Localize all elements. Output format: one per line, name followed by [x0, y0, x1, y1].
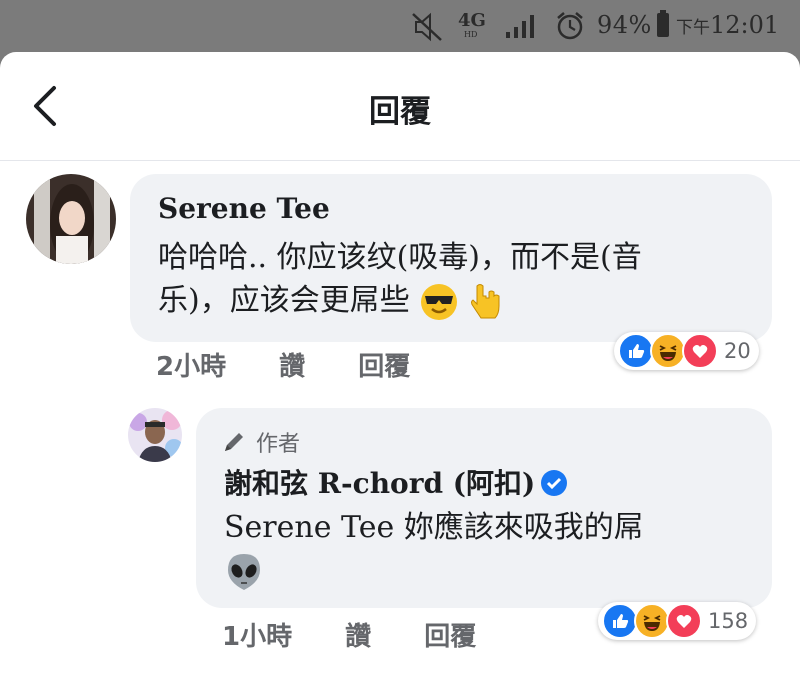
reply-actions: 1小時 讚 回覆: [222, 616, 520, 653]
comment-time: 1小時: [222, 622, 293, 652]
like-button[interactable]: 讚: [279, 352, 305, 382]
love-reaction-icon: [666, 603, 702, 639]
status-bar: 4G HD 94% 下午12:01: [0, 0, 800, 52]
comment-actions: 2小時 讚 回覆: [156, 346, 454, 383]
avatar-image: [26, 174, 116, 264]
reaction-summary[interactable]: 20: [614, 332, 759, 370]
replies-sheet: 回覆 Serene Tee 哈哈哈.. 你应该纹(吸毒)，而不是(音 乐)，应该…: [0, 52, 800, 692]
like-button[interactable]: 讚: [345, 622, 371, 652]
comment-text: Serene Tee 妳應該來吸我的屌: [224, 506, 754, 592]
page-title: 回覆: [369, 94, 431, 130]
reply-button[interactable]: 回覆: [424, 622, 476, 652]
mute-icon: [412, 12, 442, 42]
avatar[interactable]: [26, 174, 116, 264]
network-indicator: 4G HD: [458, 10, 486, 39]
network-sub: HD: [464, 30, 478, 39]
comment-author-line: 謝和弦 R-chord (阿扣): [224, 462, 568, 502]
header: 回覆: [0, 52, 800, 161]
battery-icon: [657, 10, 669, 37]
clock: 下午12:01: [676, 11, 779, 39]
comment-text-line-content: 乐)，应该会更屌些: [158, 283, 410, 318]
haha-reaction-icon: [650, 333, 686, 369]
comment-author[interactable]: 謝和弦 R-chord (阿扣): [224, 467, 535, 500]
reply-button[interactable]: 回覆: [358, 352, 410, 382]
haha-reaction-icon: [634, 603, 670, 639]
network-type: 4G: [458, 10, 486, 31]
signal-icon: [506, 15, 534, 38]
comment-text-line: 哈哈哈.. 你应该纹(吸毒)，而不是(音: [158, 240, 642, 275]
like-reaction-icon: [602, 603, 638, 639]
clock-prefix: 下午: [676, 18, 710, 38]
avatar[interactable]: [128, 408, 182, 462]
clock-time: 12:01: [710, 11, 780, 39]
comment-author[interactable]: Serene Tee: [158, 192, 330, 225]
alien-emoji-icon: [228, 554, 260, 590]
like-reaction-icon: [618, 333, 654, 369]
comment-text-line: Serene Tee 妳應該來吸我的屌: [224, 510, 644, 545]
comment-time: 2小時: [156, 352, 227, 382]
alarm-icon: [557, 12, 583, 40]
reaction-count: 20: [724, 339, 751, 363]
reaction-count: 158: [708, 609, 749, 633]
comment-bubble[interactable]: Serene Tee 哈哈哈.. 你应该纹(吸毒)，而不是(音 乐)，应该会更屌…: [130, 174, 772, 342]
reaction-summary[interactable]: 158: [598, 602, 757, 640]
comment-text: 哈哈哈.. 你应该纹(吸毒)，而不是(音 乐)，应该会更屌些: [158, 236, 758, 322]
sunglasses-emoji-icon: [421, 284, 458, 320]
rock-hand-emoji-icon: [470, 284, 500, 319]
verified-badge-icon: [541, 469, 568, 496]
author-badge-label: 作者: [256, 432, 301, 457]
reply-bubble[interactable]: 作者 謝和弦 R-chord (阿扣) Serene Tee 妳應該來吸我的屌: [196, 408, 772, 608]
comment-text-line-2: [224, 549, 754, 592]
author-badge: 作者: [222, 426, 300, 458]
avatar-image: [128, 408, 182, 462]
pencil-icon: [225, 433, 243, 451]
love-reaction-icon: [682, 333, 718, 369]
comment-text-line-2: 乐)，应该会更屌些: [158, 279, 758, 322]
battery-percent: 94%: [597, 11, 652, 39]
